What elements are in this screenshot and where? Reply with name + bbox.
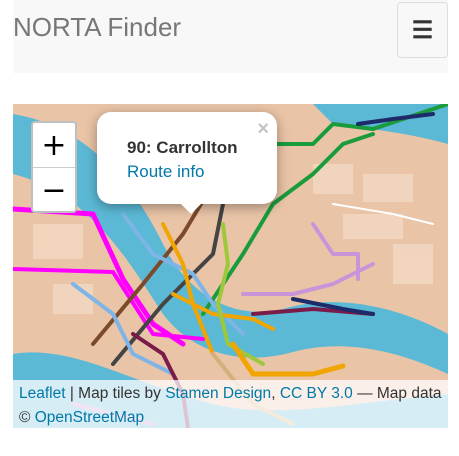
menu-toggle-button[interactable]: ☰ — [397, 2, 448, 58]
map-attribution: Leaflet | Map tiles by Stamen Design, CC… — [13, 380, 448, 428]
zoom-control: + − — [31, 121, 77, 213]
route-popup: × 90: Carrollton Route info — [97, 112, 277, 204]
popup-route-title: 90: Carrollton — [127, 138, 238, 157]
brand-title[interactable]: NORTA Finder — [13, 12, 181, 42]
popup-tip — [179, 202, 203, 214]
hamburger-icon: ☰ — [411, 16, 434, 44]
attribution-text: | Map tiles by — [65, 385, 166, 402]
leaflet-link[interactable]: Leaflet — [19, 385, 66, 402]
close-icon[interactable]: × — [257, 118, 269, 141]
route-info-link[interactable]: Route info — [127, 162, 205, 182]
map-container[interactable]: + − × 90: Carrollton Route info Leaflet … — [13, 104, 448, 428]
zoom-out-button[interactable]: − — [33, 167, 75, 211]
zoom-in-button[interactable]: + — [33, 123, 75, 167]
osm-link[interactable]: OpenStreetMap — [35, 409, 144, 426]
attribution-comma: , — [271, 385, 280, 402]
stamen-link[interactable]: Stamen Design — [165, 385, 271, 402]
license-link[interactable]: CC BY 3.0 — [280, 385, 353, 402]
navbar: NORTA Finder ☰ — [13, 0, 448, 73]
